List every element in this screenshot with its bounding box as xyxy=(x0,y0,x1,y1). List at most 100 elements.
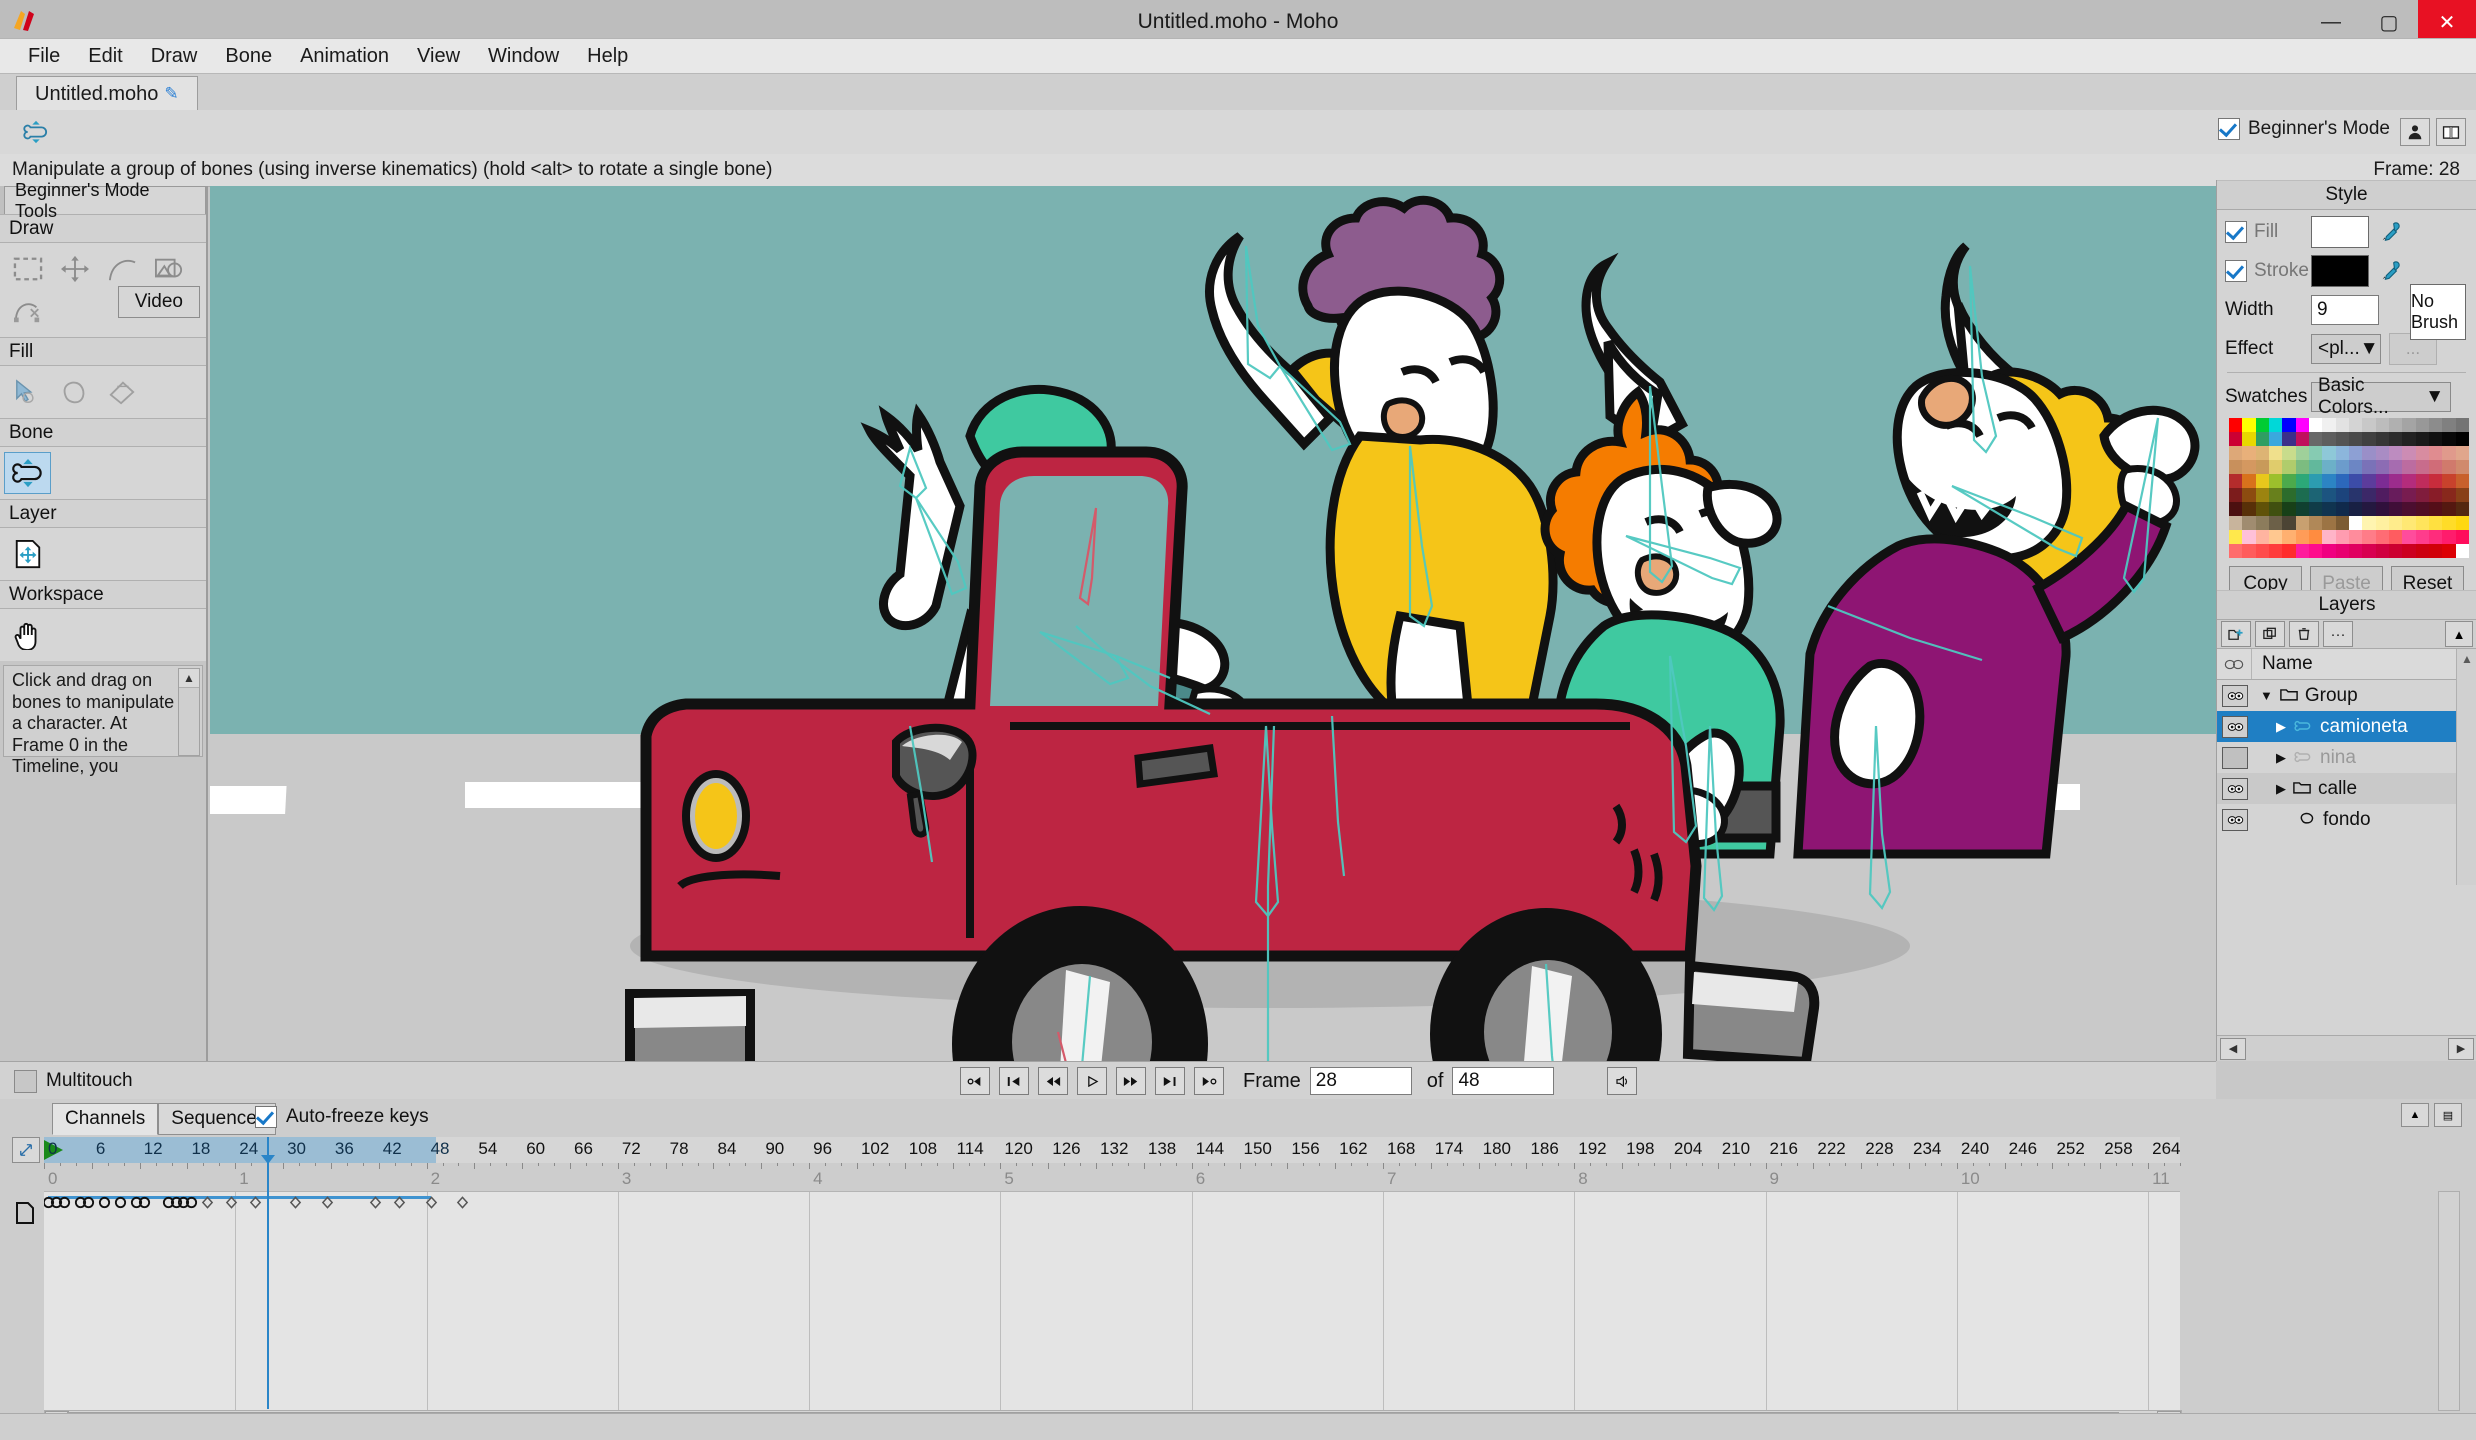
swatch-134[interactable] xyxy=(2335,516,2349,530)
collapse-icon[interactable]: ▲ xyxy=(2445,621,2473,647)
swatch-106[interactable] xyxy=(2442,488,2456,502)
help-scrollbar[interactable]: ▲ xyxy=(178,668,200,756)
keyframe-marker[interactable] xyxy=(289,1192,302,1209)
swatch-45[interactable] xyxy=(2348,446,2363,460)
menu-file[interactable]: File xyxy=(14,42,74,71)
swatch-63[interactable] xyxy=(2348,460,2363,474)
keyframe-marker[interactable] xyxy=(425,1192,438,1209)
swatch-87[interactable] xyxy=(2428,474,2443,488)
swatch-149[interactable] xyxy=(2295,530,2309,544)
swatch-86[interactable] xyxy=(2415,474,2429,488)
swatch-163[interactable] xyxy=(2242,544,2256,558)
swatch-51[interactable] xyxy=(2428,446,2443,460)
transform-points-icon[interactable] xyxy=(51,248,98,290)
layer-row-calle[interactable]: ▶ calle xyxy=(2217,773,2476,804)
swatch-128[interactable] xyxy=(2255,516,2269,530)
swatch-35[interactable] xyxy=(2455,432,2469,446)
swatch-24[interactable] xyxy=(2308,432,2323,446)
swatch-37[interactable] xyxy=(2242,446,2256,460)
swatch-93[interactable] xyxy=(2268,488,2283,502)
auto-freeze-checkbox[interactable] xyxy=(255,1106,277,1128)
swatch-117[interactable] xyxy=(2348,502,2363,516)
new-layer-icon[interactable] xyxy=(2221,621,2251,647)
keyframe-marker[interactable] xyxy=(456,1192,469,1209)
swatch-153[interactable] xyxy=(2348,530,2363,544)
swatch-40[interactable] xyxy=(2282,446,2296,460)
swatch-64[interactable] xyxy=(2362,460,2376,474)
swatch-133[interactable] xyxy=(2322,516,2336,530)
swatch-166[interactable] xyxy=(2282,544,2296,558)
swatch-58[interactable] xyxy=(2282,460,2296,474)
menu-animation[interactable]: Animation xyxy=(286,42,403,71)
layers-scroll-up[interactable]: ▲ xyxy=(2457,649,2476,669)
swatch-130[interactable] xyxy=(2282,516,2296,530)
swatch-52[interactable] xyxy=(2442,446,2456,460)
timeline-playhead[interactable] xyxy=(267,1137,270,1409)
tab-channels[interactable]: Channels xyxy=(52,1103,159,1135)
menu-draw[interactable]: Draw xyxy=(137,42,212,71)
swatch-31[interactable] xyxy=(2402,432,2416,446)
swatch-107[interactable] xyxy=(2455,488,2469,502)
swatch-27[interactable] xyxy=(2348,432,2363,446)
swatch-8[interactable] xyxy=(2335,418,2349,432)
fast-forward-icon[interactable] xyxy=(1116,1067,1146,1095)
swatch-92[interactable] xyxy=(2255,488,2269,502)
stroke-checkbox[interactable] xyxy=(2225,260,2247,282)
swatch-157[interactable] xyxy=(2402,530,2416,544)
swatch-72[interactable] xyxy=(2229,474,2243,488)
swatch-177[interactable] xyxy=(2428,544,2443,558)
add-point-icon[interactable] xyxy=(98,248,145,290)
swatch-110[interactable] xyxy=(2255,502,2269,516)
swatch-90[interactable] xyxy=(2229,488,2243,502)
swatch-1[interactable] xyxy=(2242,418,2256,432)
swatch-46[interactable] xyxy=(2362,446,2376,460)
swatch-102[interactable] xyxy=(2388,488,2403,502)
swatch-74[interactable] xyxy=(2255,474,2269,488)
swatch-23[interactable] xyxy=(2295,432,2309,446)
swatch-88[interactable] xyxy=(2442,474,2456,488)
swatch-151[interactable] xyxy=(2322,530,2336,544)
timeline-vertical-scrollbar[interactable] xyxy=(2438,1191,2460,1411)
swatch-44[interactable] xyxy=(2335,446,2349,460)
expand-triangle-calle[interactable]: ▶ xyxy=(2276,781,2286,797)
swatch-141[interactable] xyxy=(2428,516,2443,530)
person-icon[interactable] xyxy=(2400,118,2430,146)
swatch-19[interactable] xyxy=(2242,432,2256,446)
swatch-71[interactable] xyxy=(2455,460,2469,474)
swatch-127[interactable] xyxy=(2242,516,2256,530)
swatch-142[interactable] xyxy=(2442,516,2456,530)
swatch-168[interactable] xyxy=(2308,544,2323,558)
swatch-80[interactable] xyxy=(2335,474,2349,488)
prev-keyframe-icon[interactable] xyxy=(999,1067,1029,1095)
swatch-123[interactable] xyxy=(2428,502,2443,516)
expand-triangle-nina[interactable]: ▶ xyxy=(2276,750,2286,766)
swatch-138[interactable] xyxy=(2388,516,2403,530)
fill-control[interactable]: Fill xyxy=(2225,221,2311,243)
auto-freeze-keys-toggle[interactable]: Auto-freeze keys xyxy=(255,1106,429,1128)
expand-triangle-group[interactable]: ▼ xyxy=(2260,688,2273,703)
swatch-77[interactable] xyxy=(2295,474,2309,488)
swatch-146[interactable] xyxy=(2255,530,2269,544)
keyframe-marker[interactable] xyxy=(114,1192,127,1209)
swatches-dropdown[interactable]: Basic Colors... ▼ xyxy=(2311,375,2451,418)
swatch-60[interactable] xyxy=(2308,460,2323,474)
right-panel-scroll-left[interactable]: ◀ xyxy=(2220,1037,2246,1060)
stroke-eyedropper-icon[interactable] xyxy=(2377,258,2403,284)
swatch-21[interactable] xyxy=(2268,432,2283,446)
swatch-125[interactable] xyxy=(2455,502,2469,516)
swatch-171[interactable] xyxy=(2348,544,2363,558)
swatch-29[interactable] xyxy=(2375,432,2389,446)
swatch-4[interactable] xyxy=(2282,418,2296,432)
layer-visibility-camioneta[interactable] xyxy=(2222,715,2248,738)
swatch-145[interactable] xyxy=(2242,530,2256,544)
swatch-119[interactable] xyxy=(2375,502,2389,516)
swatch-143[interactable] xyxy=(2455,516,2469,530)
swatch-18[interactable] xyxy=(2229,432,2243,446)
swatch-129[interactable] xyxy=(2268,516,2283,530)
swatch-124[interactable] xyxy=(2442,502,2456,516)
transform-layer-icon[interactable] xyxy=(4,533,51,575)
duplicate-layer-icon[interactable] xyxy=(2255,621,2285,647)
swatch-103[interactable] xyxy=(2402,488,2416,502)
stroke-color-swatch[interactable] xyxy=(2311,255,2369,287)
swatch-179[interactable] xyxy=(2455,544,2469,558)
